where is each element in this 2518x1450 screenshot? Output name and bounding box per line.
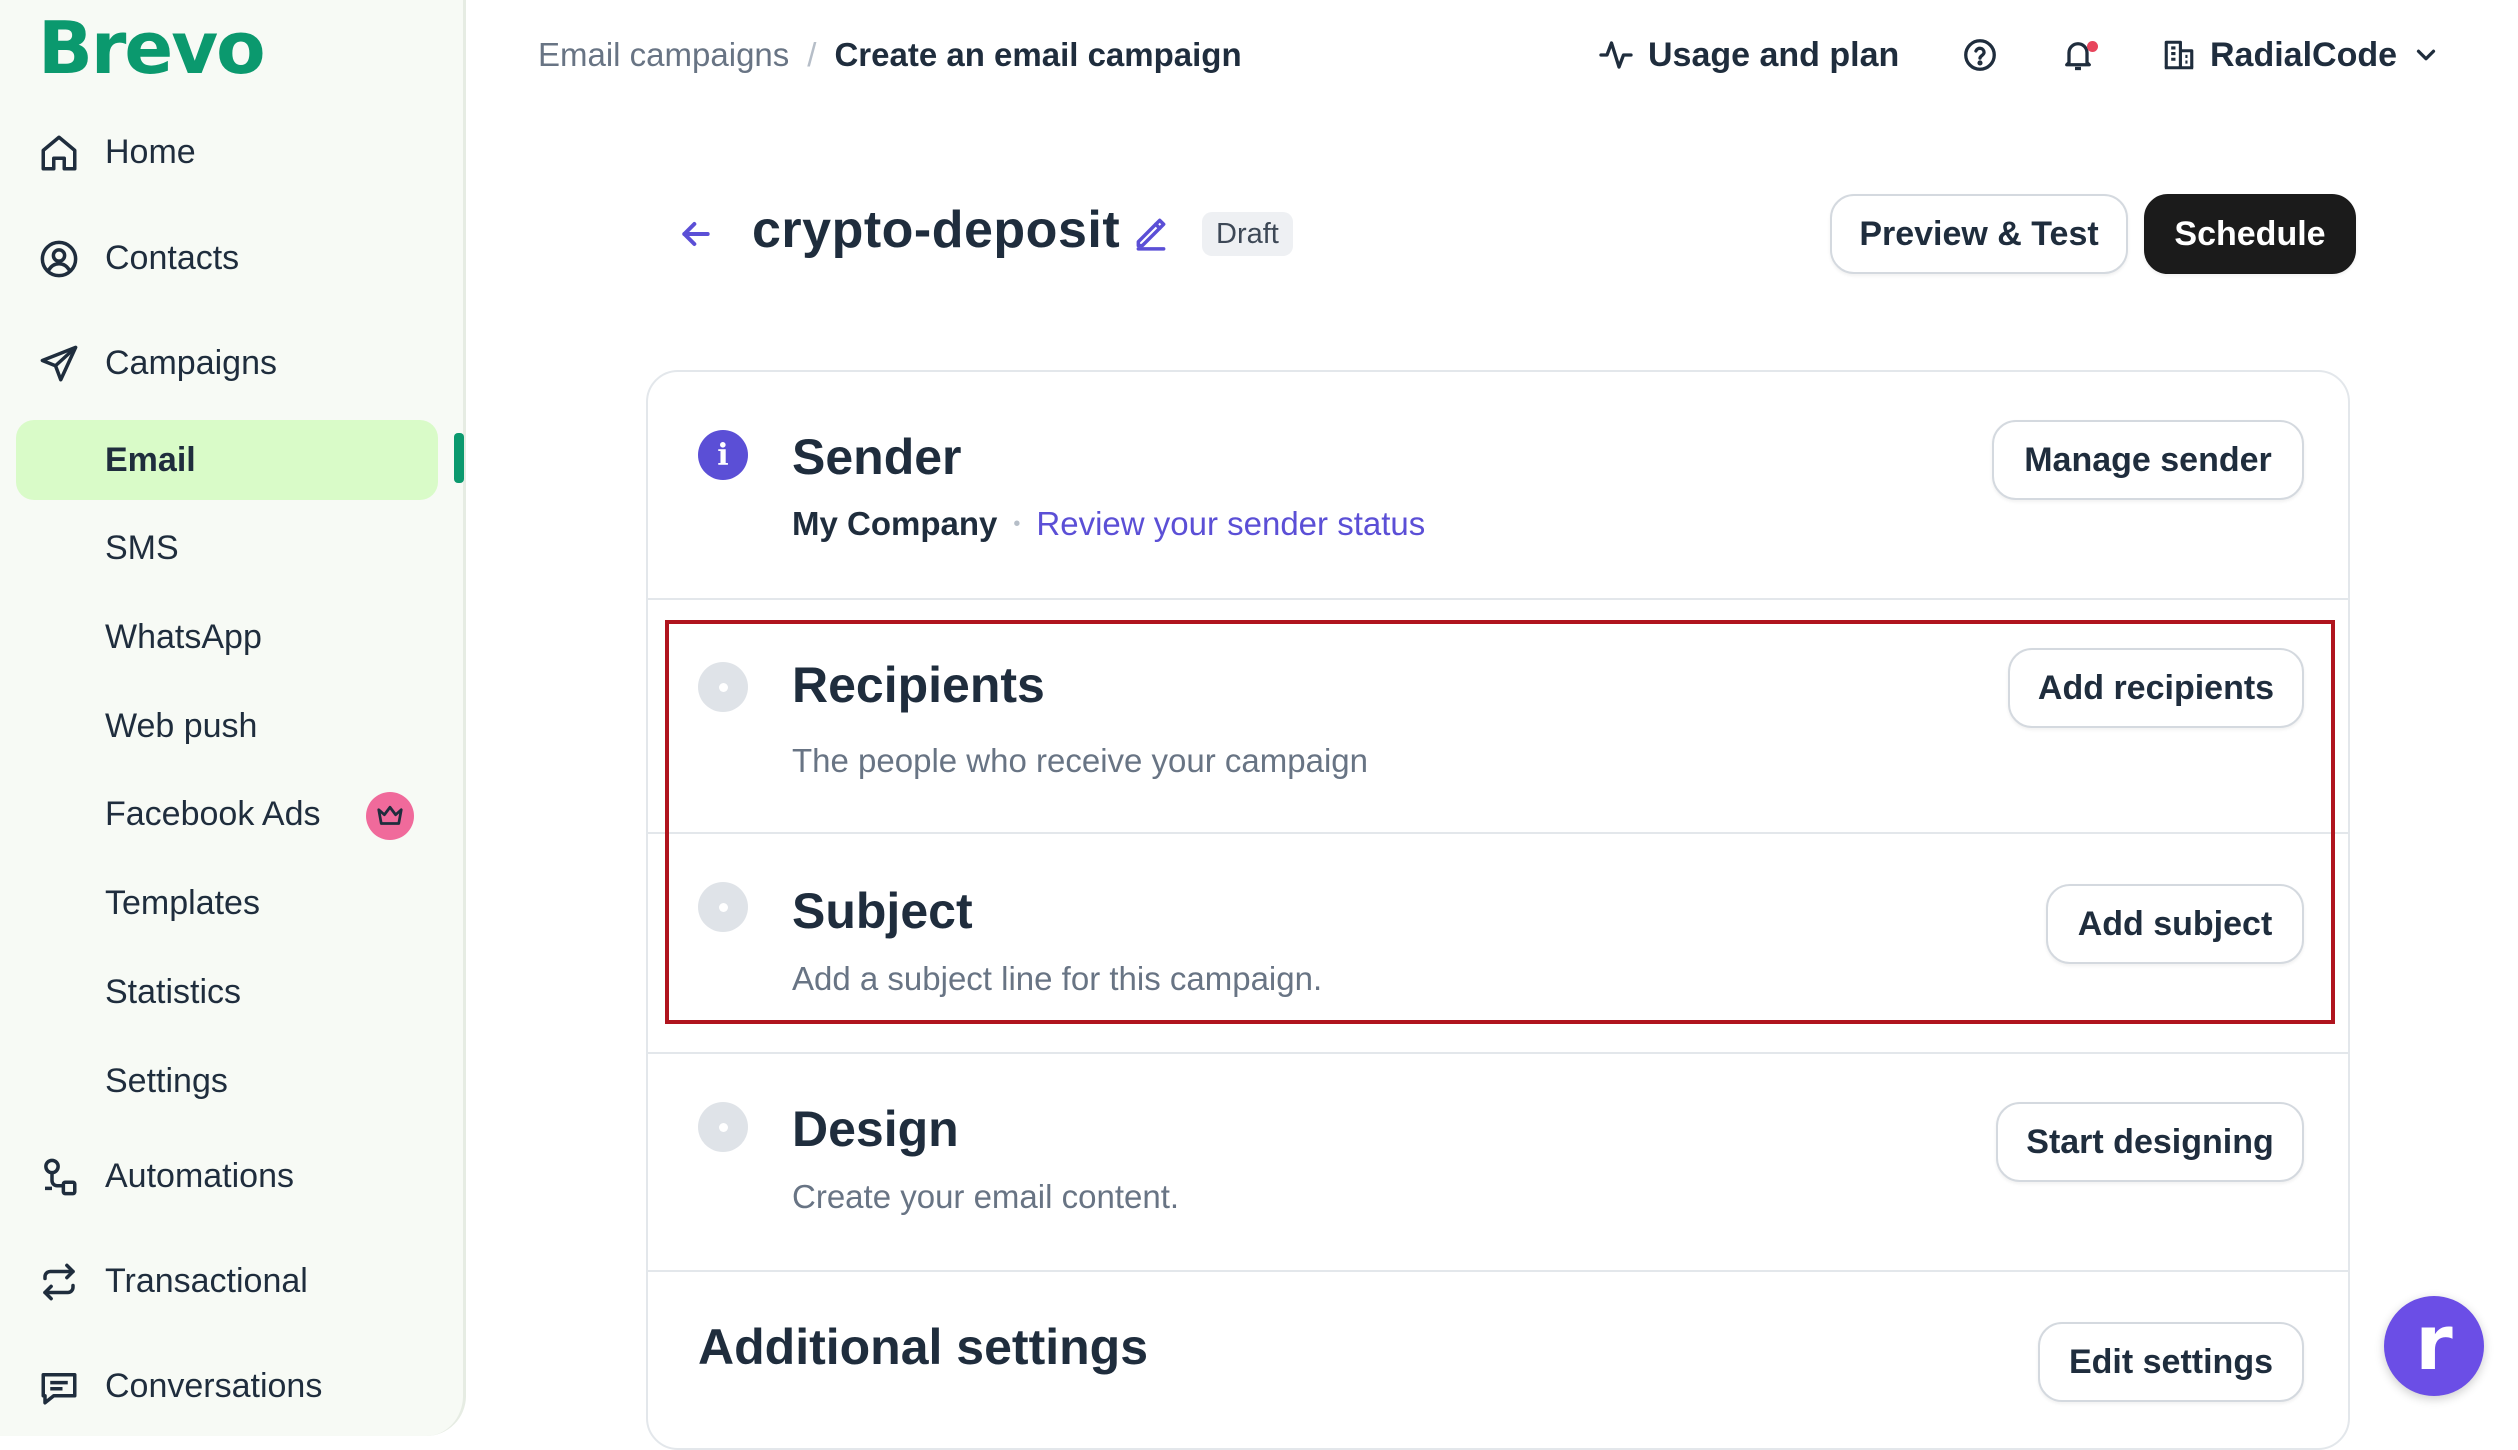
help-button[interactable]: [1962, 30, 1998, 80]
building-icon: [2164, 40, 2194, 70]
sidebar-subitem-sms[interactable]: SMS: [16, 508, 438, 588]
back-arrow-icon[interactable]: [676, 214, 716, 254]
automations-icon: [38, 1156, 80, 1198]
notifications-button[interactable]: [2060, 30, 2098, 80]
status-badge: Draft: [1202, 212, 1293, 256]
design-title: Design: [792, 1101, 959, 1157]
start-designing-button[interactable]: Start designing: [1996, 1102, 2304, 1182]
subject-description: Add a subject line for this campaign.: [792, 960, 1323, 997]
pending-status-icon: [698, 882, 748, 932]
breadcrumb-current: Create an email campaign: [834, 36, 1242, 73]
sidebar-item-campaigns[interactable]: Campaigns: [0, 323, 440, 403]
account-menu[interactable]: RadialCode: [2162, 30, 2441, 80]
active-indicator: [454, 433, 464, 483]
sidebar-item-label: Conversations: [105, 1366, 323, 1405]
recipients-description: The people who receive your campaign: [792, 742, 1369, 779]
sidebar-item-automations[interactable]: Automations: [0, 1136, 440, 1216]
chat-widget-button[interactable]: r: [2384, 1296, 2484, 1396]
sidebar-subitem-facebook-ads[interactable]: Facebook Ads: [16, 774, 438, 854]
usage-and-plan-link[interactable]: Usage and plan: [1598, 30, 1899, 80]
manage-sender-button[interactable]: Manage sender: [1992, 420, 2304, 500]
sidebar: Brevo Home Contacts Campaigns Email SMS …: [0, 0, 466, 1436]
bell-icon: [2060, 37, 2098, 73]
help-icon: [1964, 39, 1996, 71]
sidebar-subitem-label: WhatsApp: [105, 617, 262, 656]
schedule-button[interactable]: Schedule: [2144, 194, 2356, 274]
breadcrumb-email-campaigns[interactable]: Email campaigns: [538, 36, 789, 74]
sidebar-item-label: Automations: [105, 1156, 294, 1195]
section-divider: [648, 598, 2348, 600]
sender-title: Sender: [792, 429, 962, 485]
crown-icon: [366, 792, 414, 840]
pending-status-icon: [698, 662, 748, 712]
pending-status-icon: [698, 1102, 748, 1152]
sidebar-subitem-templates[interactable]: Templates: [16, 863, 438, 943]
home-icon: [38, 132, 80, 174]
sidebar-subitem-label: Settings: [105, 1061, 228, 1100]
recipients-title: Recipients: [792, 657, 1045, 713]
add-subject-button[interactable]: Add subject: [2046, 884, 2304, 964]
section-divider: [648, 832, 2348, 834]
subject-title: Subject: [792, 883, 973, 939]
account-name: RadialCode: [2210, 35, 2398, 74]
breadcrumb-separator: /: [807, 36, 817, 73]
additional-settings-title: Additional settings: [698, 1319, 1148, 1375]
sidebar-subitem-email[interactable]: Email: [16, 420, 438, 500]
sidebar-subitem-settings[interactable]: Settings: [16, 1041, 438, 1121]
sidebar-subitem-label: Web push: [105, 706, 258, 745]
sidebar-item-contacts[interactable]: Contacts: [0, 218, 440, 298]
campaign-name: crypto-deposit: [752, 201, 1121, 259]
info-icon: i: [698, 430, 748, 480]
sender-separator: •: [1013, 512, 1021, 535]
sender-company: My Company: [792, 505, 998, 542]
transactional-icon: [38, 1261, 80, 1303]
edit-settings-button[interactable]: Edit settings: [2038, 1322, 2304, 1402]
sidebar-item-label: Contacts: [105, 238, 240, 277]
sidebar-subitem-web-push[interactable]: Web push: [16, 686, 438, 766]
sidebar-item-label: Home: [105, 132, 196, 171]
paper-plane-icon: [38, 343, 80, 385]
sidebar-item-home[interactable]: Home: [0, 112, 440, 192]
usage-and-plan-label: Usage and plan: [1648, 35, 1900, 74]
sidebar-item-label: Transactional: [105, 1261, 308, 1300]
notification-dot: [2087, 41, 2098, 52]
sidebar-subitem-label: SMS: [105, 528, 179, 567]
brevo-logo[interactable]: Brevo: [38, 6, 266, 90]
sidebar-subitem-whatsapp[interactable]: WhatsApp: [16, 597, 438, 677]
contacts-icon: [38, 238, 80, 280]
sidebar-subitem-label: Facebook Ads: [105, 794, 321, 833]
chat-widget-logo: r: [2415, 1298, 2453, 1387]
sidebar-item-conversations[interactable]: Conversations: [0, 1346, 440, 1426]
sender-details: My Company • Review your sender status: [792, 505, 1425, 543]
edit-name-icon[interactable]: [1132, 214, 1170, 252]
activity-icon: [1599, 41, 1633, 69]
sidebar-item-label: Campaigns: [105, 343, 277, 382]
section-divider: [648, 1052, 2348, 1054]
sidebar-subitem-label: Email: [105, 440, 196, 479]
add-recipients-button[interactable]: Add recipients: [2008, 648, 2304, 728]
sidebar-item-transactional[interactable]: Transactional: [0, 1241, 440, 1321]
preview-test-button[interactable]: Preview & Test: [1830, 194, 2128, 274]
chevron-down-icon: [2416, 49, 2436, 61]
review-sender-status-link[interactable]: Review your sender status: [1036, 505, 1425, 543]
sidebar-subitem-label: Statistics: [105, 972, 242, 1011]
section-divider: [648, 1270, 2348, 1272]
design-description: Create your email content.: [792, 1178, 1180, 1215]
breadcrumb: Email campaigns / Create an email campai…: [538, 36, 1242, 74]
conversations-icon: [38, 1366, 80, 1408]
sidebar-subitem-label: Templates: [105, 883, 260, 922]
sidebar-subitem-statistics[interactable]: Statistics: [16, 952, 438, 1032]
